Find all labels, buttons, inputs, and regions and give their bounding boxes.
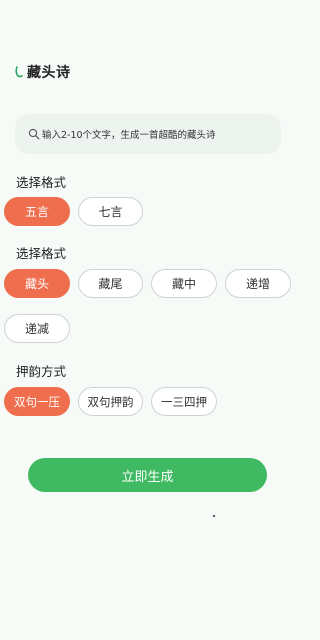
search-input[interactable]: 输入2-10个文字，生成一首超酷的藏头诗 (15, 114, 281, 154)
option-seven-char[interactable]: 七言 (78, 197, 143, 226)
generate-button[interactable]: 立即生成 (28, 458, 267, 492)
header-bar: 藏头诗 (0, 56, 295, 90)
option-rhyme-pairs[interactable]: 双句押韵 (78, 387, 143, 416)
option-head[interactable]: 藏头 (4, 269, 70, 298)
section-label-format-1: 选择格式 (16, 175, 67, 190)
option-tail[interactable]: 藏尾 (78, 269, 143, 298)
section-label-format-2: 选择格式 (16, 246, 67, 261)
section-label-rhyme: 押韵方式 (16, 364, 67, 379)
option-middle[interactable]: 藏中 (151, 269, 217, 298)
back-arc-icon[interactable] (14, 66, 24, 78)
decorative-dot (213, 515, 215, 517)
option-rhyme-pairs-one[interactable]: 双句一压 (4, 387, 70, 416)
search-placeholder: 输入2-10个文字，生成一首超酷的藏头诗 (42, 130, 216, 141)
option-five-char[interactable]: 五言 (4, 197, 70, 226)
option-rhyme-134[interactable]: 一三四押 (151, 387, 217, 416)
page-title: 藏头诗 (27, 65, 71, 81)
option-increasing[interactable]: 递增 (225, 269, 291, 298)
search-icon (28, 128, 40, 140)
option-decreasing[interactable]: 递减 (4, 314, 70, 343)
